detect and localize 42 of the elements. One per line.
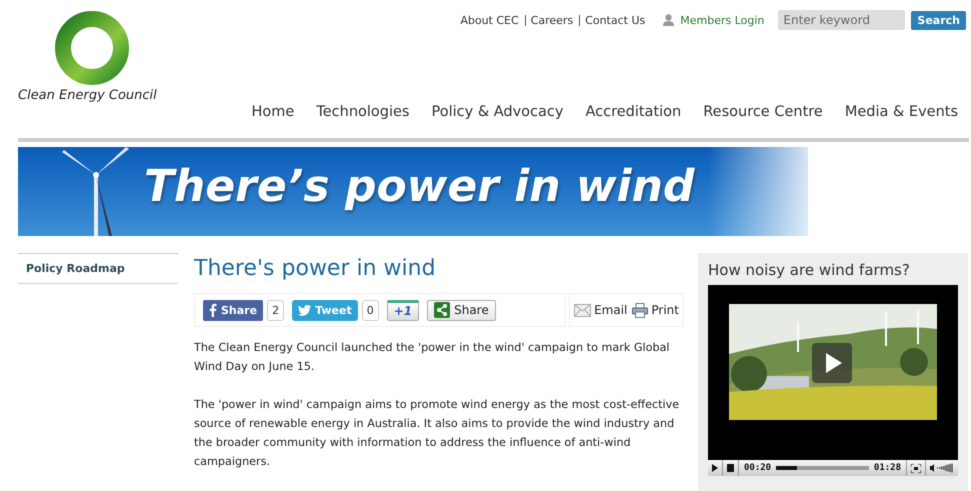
play-overlay-icon[interactable] (812, 343, 852, 383)
members-login-link[interactable]: Members Login (663, 14, 764, 26)
share-count: 2 (267, 300, 284, 320)
search-field[interactable]: Enter keyword (778, 10, 906, 30)
share-icon (434, 302, 450, 318)
email-link[interactable]: Email (574, 303, 628, 317)
play-icon (712, 464, 718, 472)
sidebar-item[interactable]: Policy Roadmap (18, 254, 178, 284)
seek-bar[interactable] (776, 466, 869, 470)
elapsed-time: 00:20 (743, 463, 772, 473)
logo-text[interactable]: Clean Energy Council (18, 88, 157, 103)
nav-item[interactable]: Home (252, 104, 294, 120)
print-link[interactable]: Print (632, 302, 679, 318)
search-button[interactable]: Search (911, 10, 966, 30)
stop-icon (727, 464, 734, 472)
ring-logo-icon[interactable] (54, 10, 130, 86)
nav-item[interactable]: Media & Events (844, 104, 958, 120)
nav-item[interactable]: Accreditation (585, 104, 682, 120)
envelope-icon (574, 304, 592, 316)
article-title: There's power in wind (194, 256, 437, 281)
plus-one-button[interactable]: +1 (386, 300, 420, 320)
article-paragraph: The Clean Energy Council launched the 'power in the wind' campaign to mark Global Wind Day on June 15. (194, 340, 671, 375)
facebook-share-button[interactable]: Share (203, 300, 264, 320)
top-link[interactable]: Careers (524, 14, 574, 26)
top-link[interactable]: Contact Us (579, 14, 646, 26)
article-paragraph: The 'power in wind' campaign aims to promote wind energy as the most cost-effective source of renewable energy in Australia. It also aims to provide the wind industry and the broader community with information to address the influence of anti-wind campaigners. (194, 397, 680, 470)
banner-headline: There’s power in wind (144, 161, 694, 212)
printer-icon (632, 302, 648, 318)
bird-icon (298, 304, 312, 316)
nav-item[interactable]: Policy & Advocacy (432, 104, 564, 120)
share-count: 0 (362, 300, 379, 320)
volume-icon (930, 463, 954, 473)
user-icon (663, 14, 674, 26)
fullscreen-button[interactable] (906, 460, 926, 476)
nav-item[interactable]: Resource Centre (703, 104, 823, 120)
duration-time: 01:28 (872, 463, 902, 473)
top-link[interactable]: About CEC (460, 14, 519, 26)
video-title: How noisy are wind farms? (708, 261, 911, 279)
share-button[interactable]: Share (427, 300, 496, 320)
fullscreen-icon (911, 464, 921, 472)
nav-item[interactable]: Technologies (316, 104, 410, 120)
facebook-icon (209, 303, 217, 317)
